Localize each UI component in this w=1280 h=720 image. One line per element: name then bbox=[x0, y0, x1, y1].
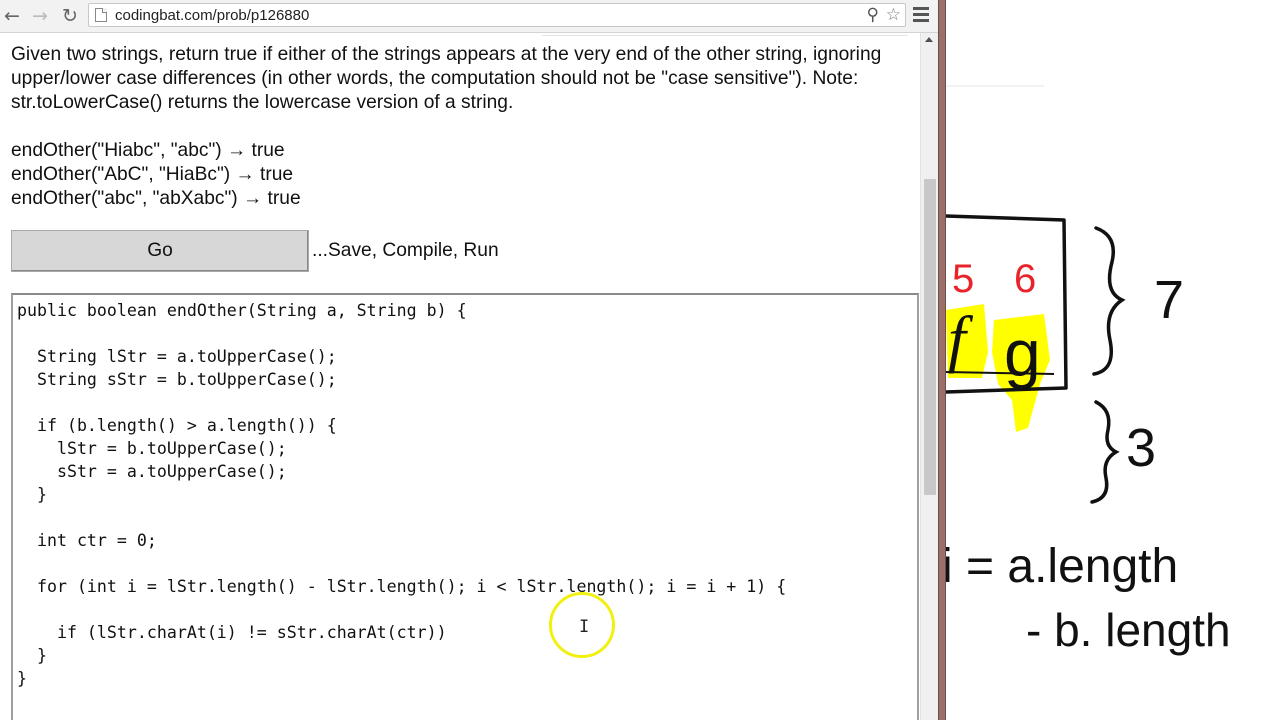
page-scrollbar[interactable] bbox=[920, 33, 938, 720]
examples-list: endOther("Hiabc", "abc") → true endOther… bbox=[11, 139, 301, 211]
whiteboard-drawing: 5 6 f g 7 3 i = a.length - b. length bbox=[946, 85, 1231, 656]
example-item: endOther("AbC", "HiaBc") → true bbox=[11, 164, 294, 185]
window-divider bbox=[938, 0, 946, 720]
example-item: endOther("Hiabc", "abc") → true bbox=[11, 140, 285, 161]
zoom-icon[interactable]: ⚲ bbox=[867, 5, 879, 25]
page-content: Given two strings, return true if either… bbox=[0, 33, 920, 720]
letter-g: g bbox=[1004, 316, 1041, 390]
forward-arrow-icon[interactable]: → bbox=[28, 4, 52, 28]
example-item: endOther("abc", "abXabc") → true bbox=[11, 188, 301, 209]
go-button[interactable]: Go bbox=[11, 230, 309, 272]
back-arrow-icon[interactable]: ← bbox=[0, 4, 24, 28]
go-hint: ...Save, Compile, Run bbox=[312, 240, 499, 261]
problem-description: Given two strings, return true if either… bbox=[11, 44, 882, 113]
whiteboard: 5 6 f g 7 3 i = a.length - b. length bbox=[946, 0, 1280, 720]
code-text[interactable]: public boolean endOther(String a, String… bbox=[13, 295, 917, 690]
index-6: 6 bbox=[1014, 257, 1036, 301]
reload-icon[interactable]: ↻ bbox=[58, 4, 82, 28]
browser-window: ← → ↻ codingbat.com/prob/p126880 ⚲ ☆ Giv… bbox=[0, 0, 938, 720]
brace-label-3: 3 bbox=[1126, 418, 1156, 478]
bookmark-star-icon[interactable]: ☆ bbox=[886, 5, 901, 25]
page-icon bbox=[95, 8, 107, 22]
code-editor[interactable]: public boolean endOther(String a, String… bbox=[11, 293, 919, 720]
brace-7 bbox=[1092, 226, 1126, 376]
menu-icon[interactable] bbox=[913, 7, 929, 25]
formula-line-1: i = a.length bbox=[946, 540, 1178, 593]
text-cursor-icon: I bbox=[579, 617, 590, 637]
divider-line bbox=[542, 35, 908, 36]
url-text[interactable]: codingbat.com/prob/p126880 bbox=[115, 7, 309, 24]
brace-3 bbox=[1090, 400, 1120, 504]
scroll-thumb[interactable] bbox=[924, 179, 936, 495]
scroll-up-icon[interactable] bbox=[925, 37, 933, 42]
formula-line-2: - b. length bbox=[1026, 604, 1231, 656]
address-bar[interactable]: codingbat.com/prob/p126880 ⚲ ☆ bbox=[88, 3, 906, 27]
brace-label-7: 7 bbox=[1154, 270, 1184, 330]
browser-toolbar: ← → ↻ codingbat.com/prob/p126880 ⚲ ☆ bbox=[0, 0, 938, 33]
index-5: 5 bbox=[952, 257, 974, 301]
